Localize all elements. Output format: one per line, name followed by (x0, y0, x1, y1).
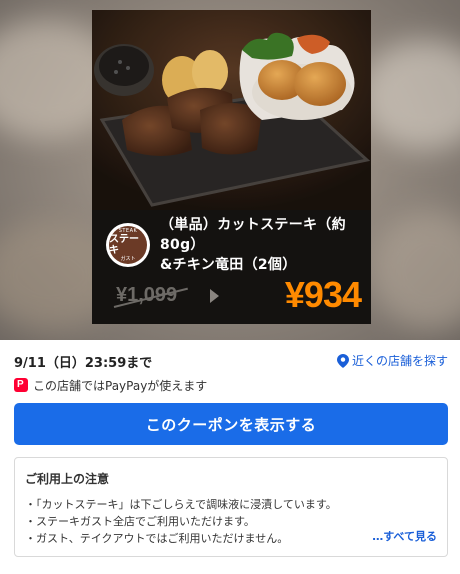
logo-text-middle: ステーキ (109, 234, 139, 256)
steak-gusto-logo: STEAK ステーキ ガスト (106, 223, 150, 267)
see-all-link[interactable]: …すべて見る (372, 528, 437, 544)
steak-photo (92, 10, 371, 210)
product-info: STEAK ステーキ ガスト （単品）カットステーキ（約80g） &チキン竜田（… (106, 217, 361, 273)
usage-notes-list: ・「カットステーキ」は下ごしらえで調味液に浸漬しています。 ・ステーキガスト全店… (25, 496, 337, 547)
expiry-date: 9/11（日）23:59まで (14, 356, 153, 371)
list-item: ・「カットステーキ」は下ごしらえで調味液に浸漬しています。 (25, 498, 337, 511)
show-coupon-button[interactable]: このクーポンを表示する (14, 403, 448, 445)
price-row: ¥1,099 ¥934 (106, 274, 362, 316)
background-blur (360, 40, 460, 150)
paypay-icon: P (14, 378, 28, 392)
paypay-text: この店舗ではPayPayが使えます (33, 378, 208, 393)
coupon-hero: STEAK ステーキ ガスト （単品）カットステーキ（約80g） &チキン竜田（… (0, 0, 460, 340)
usage-notes-title: ご利用上の注意 (25, 472, 110, 486)
deadline-row: 9/11（日）23:59まで 近くの店舗を探す (14, 350, 448, 371)
arrow-right-icon (210, 289, 219, 303)
find-nearby-stores-label: 近くの店舗を探す (351, 354, 448, 368)
discount-price: ¥934 (284, 274, 362, 315)
location-pin-icon (336, 353, 349, 368)
logo-text-bottom: ガスト (120, 256, 136, 262)
background-blur (370, 210, 460, 330)
product-name: （単品）カットステーキ（約80g） &チキン竜田（2個） (160, 217, 346, 273)
usage-notes: ご利用上の注意 ・「カットステーキ」は下ごしらえで調味液に浸漬しています。 ・ス… (14, 457, 448, 557)
paypay-notice: P この店舗ではPayPayが使えます (14, 376, 207, 394)
coupon-card[interactable]: STEAK ステーキ ガスト （単品）カットステーキ（約80g） &チキン竜田（… (92, 10, 371, 324)
list-item: ・ガスト、テイクアウトではご利用いただけません。 (25, 532, 289, 545)
list-item: ・ステーキガスト全店でご利用いただけます。 (25, 515, 255, 528)
find-nearby-stores-link[interactable]: 近くの店舗を探す (336, 352, 448, 369)
